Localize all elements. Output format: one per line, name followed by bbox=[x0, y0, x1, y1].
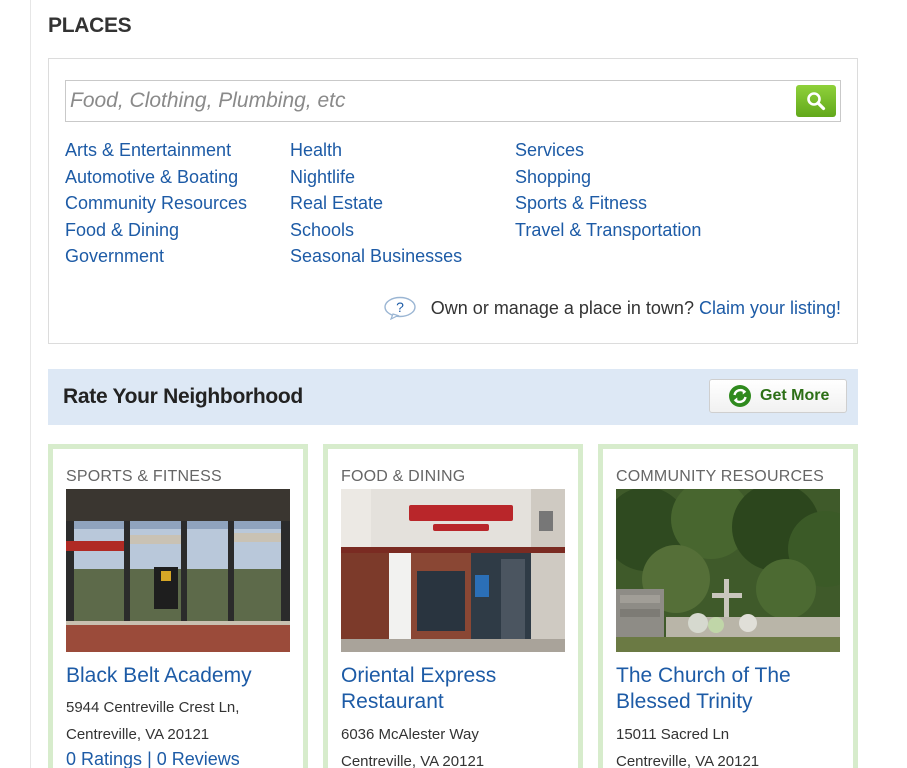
search-icon bbox=[807, 92, 826, 111]
section-title: PLACES bbox=[48, 14, 132, 37]
address-line-2: Centreville, VA 20121 bbox=[341, 753, 485, 768]
address-line-1: 15011 Sacred Ln bbox=[616, 726, 730, 743]
claim-listing-link[interactable]: Claim your listing! bbox=[699, 298, 841, 319]
rate-neighborhood-bar: Rate Your Neighborhood Get More bbox=[48, 369, 858, 425]
svg-text:?: ? bbox=[396, 299, 404, 315]
place-card: SPORTS & FITNESS Black Belt Academy 5944… bbox=[48, 444, 308, 768]
category-food-dining[interactable]: Food & Dining bbox=[65, 217, 295, 244]
left-divider bbox=[30, 0, 31, 768]
category-sports-fitness[interactable]: Sports & Fitness bbox=[515, 190, 745, 217]
category-government[interactable]: Government bbox=[65, 243, 295, 270]
search-bar bbox=[65, 80, 841, 122]
category-column-3: Services Shopping Sports & Fitness Trave… bbox=[515, 137, 745, 243]
get-more-label: Get More bbox=[760, 387, 830, 404]
category-arts-entertainment[interactable]: Arts & Entertainment bbox=[65, 137, 295, 164]
category-shopping[interactable]: Shopping bbox=[515, 164, 745, 191]
place-name[interactable]: Oriental Express Restaurant bbox=[341, 663, 571, 715]
get-more-button[interactable]: Get More bbox=[709, 379, 847, 413]
place-card: FOOD & DINING Oriental Express Restauran… bbox=[323, 444, 583, 768]
category-schools[interactable]: Schools bbox=[290, 217, 520, 244]
category-travel-transportation[interactable]: Travel & Transportation bbox=[515, 217, 745, 244]
refresh-icon bbox=[729, 385, 751, 407]
address-line-2: Centreville, VA 20121 bbox=[66, 726, 210, 743]
category-seasonal-businesses[interactable]: Seasonal Businesses bbox=[290, 243, 520, 270]
question-bubble-icon: ? bbox=[384, 296, 416, 320]
category-column-1: Arts & Entertainment Automotive & Boatin… bbox=[65, 137, 295, 270]
claim-text: Own or manage a place in town? bbox=[430, 297, 694, 318]
search-button[interactable] bbox=[796, 85, 836, 117]
card-category: COMMUNITY RESOURCES bbox=[616, 468, 824, 485]
category-services[interactable]: Services bbox=[515, 137, 745, 164]
address-line-1: 5944 Centreville Crest Ln, bbox=[66, 699, 240, 716]
reviews-link[interactable]: 0 Reviews bbox=[157, 749, 240, 768]
places-panel: Arts & Entertainment Automotive & Boatin… bbox=[48, 58, 858, 344]
category-column-2: Health Nightlife Real Estate Schools Sea… bbox=[290, 137, 520, 270]
claim-listing-row: ? Own or manage a place in town? Claim y… bbox=[383, 296, 841, 320]
card-category: SPORTS & FITNESS bbox=[66, 468, 222, 485]
category-real-estate[interactable]: Real Estate bbox=[290, 190, 520, 217]
rate-title: Rate Your Neighborhood bbox=[63, 385, 303, 408]
place-photo[interactable] bbox=[616, 489, 840, 652]
ratings-link[interactable]: 0 Ratings bbox=[66, 749, 142, 768]
place-photo[interactable] bbox=[66, 489, 290, 652]
ratings-reviews: 0 Ratings | 0 Reviews bbox=[66, 749, 240, 768]
place-card: COMMUNITY RESOURCES The Church of The Bl… bbox=[598, 444, 858, 768]
place-name[interactable]: Black Belt Academy bbox=[66, 663, 296, 689]
place-photo[interactable] bbox=[341, 489, 565, 652]
category-automotive-boating[interactable]: Automotive & Boating bbox=[65, 164, 295, 191]
category-nightlife[interactable]: Nightlife bbox=[290, 164, 520, 191]
place-name[interactable]: The Church of The Blessed Trinity bbox=[616, 663, 846, 715]
category-community-resources[interactable]: Community Resources bbox=[65, 190, 295, 217]
search-input[interactable] bbox=[66, 81, 786, 121]
address-line-1: 6036 McAlester Way bbox=[341, 726, 479, 743]
address-line-2: Centreville, VA 20121 bbox=[616, 753, 760, 768]
category-health[interactable]: Health bbox=[290, 137, 520, 164]
ratings-separator: | bbox=[147, 749, 157, 768]
card-category: FOOD & DINING bbox=[341, 468, 466, 485]
